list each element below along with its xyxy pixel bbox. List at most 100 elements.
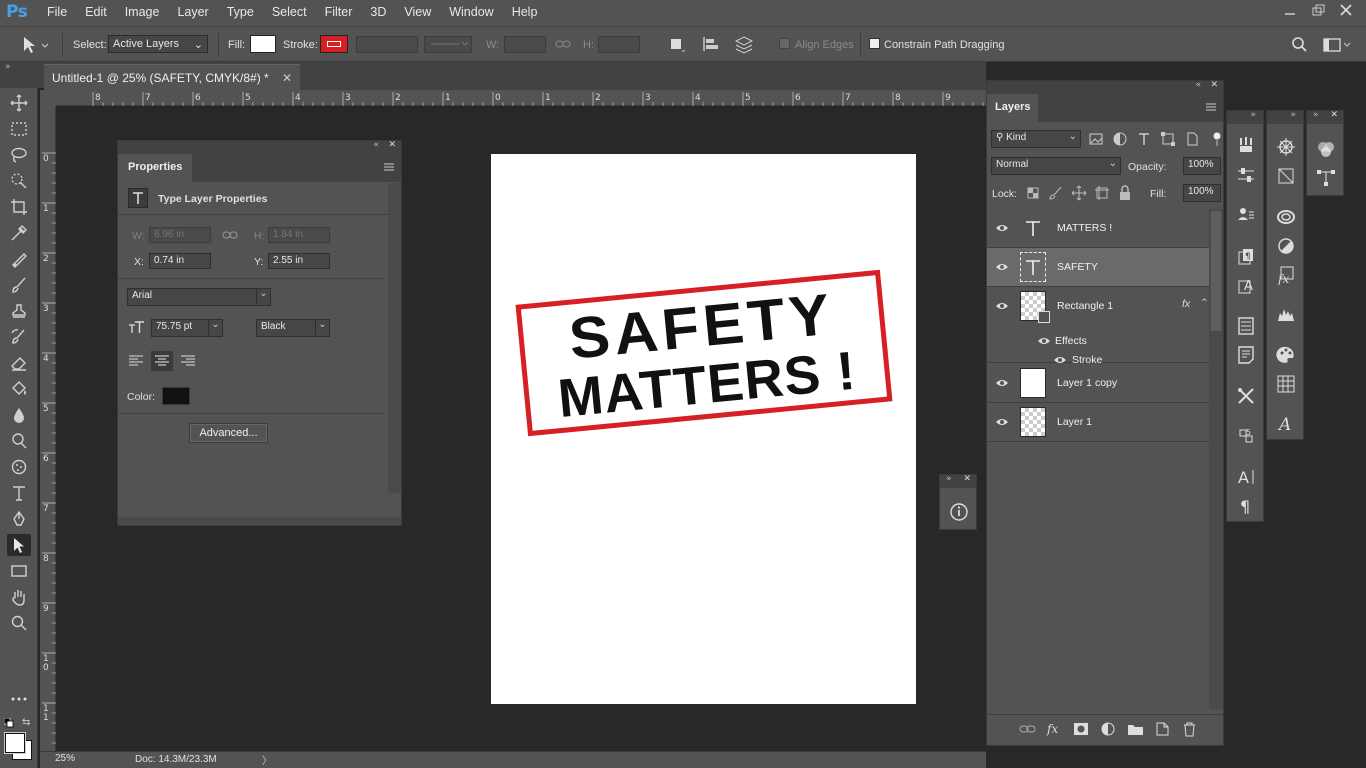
paint-bucket-tool-icon[interactable]: [7, 378, 31, 400]
properties-panel-header[interactable]: « ✕: [118, 140, 401, 154]
type-tool-icon[interactable]: [7, 482, 31, 504]
character-icon[interactable]: A: [1236, 467, 1256, 487]
menu-file[interactable]: File: [38, 5, 76, 19]
filter-shape-icon[interactable]: [1160, 131, 1176, 147]
ruler-origin[interactable]: [40, 90, 56, 106]
restore-icon[interactable]: [1308, 2, 1328, 20]
visibility-eye-icon[interactable]: [995, 416, 1009, 428]
collapse-toolbar-icon[interactable]: »: [5, 62, 11, 72]
blur-tool-icon[interactable]: [7, 404, 31, 426]
properties-resize-handle[interactable]: [118, 517, 401, 525]
styles-fx-icon[interactable]: fx: [1276, 265, 1296, 285]
visibility-eye-icon[interactable]: [995, 222, 1009, 234]
zoom-tool-icon[interactable]: [7, 612, 31, 634]
w-field[interactable]: 6.96 in: [149, 227, 211, 243]
properties-scrollbar[interactable]: [388, 183, 401, 493]
default-colors-icon[interactable]: [4, 718, 14, 728]
close-window-icon[interactable]: [1336, 2, 1356, 20]
align-left-icon[interactable]: [128, 354, 144, 368]
pen-tool-icon[interactable]: [7, 508, 31, 530]
menu-image[interactable]: Image: [116, 5, 169, 19]
link-layers-icon[interactable]: [1019, 721, 1036, 737]
menu-edit[interactable]: Edit: [76, 5, 116, 19]
move-tool-preset-icon[interactable]: [20, 35, 50, 55]
add-mask-icon[interactable]: [1073, 721, 1090, 737]
align-edges-checkbox[interactable]: [779, 38, 790, 49]
lock-transparent-icon[interactable]: [1025, 185, 1041, 201]
fill-swatch[interactable]: [250, 35, 276, 53]
tool-presets-icon[interactable]: [1236, 386, 1256, 406]
select-dropdown[interactable]: Active Layers ⌄: [108, 35, 208, 53]
clone-stamp-tool-icon[interactable]: [7, 300, 31, 322]
paths-icon[interactable]: [1276, 166, 1296, 186]
paragraph-icon[interactable]: ¶: [1236, 496, 1256, 516]
x-field[interactable]: 0.74 in: [149, 253, 211, 269]
zoom-level[interactable]: 25%: [55, 753, 75, 764]
menu-3d[interactable]: 3D: [361, 5, 395, 19]
layer-row-layer1-copy[interactable]: Layer 1 copy: [987, 364, 1209, 403]
dodge-tool-icon[interactable]: [7, 430, 31, 452]
healing-brush-tool-icon[interactable]: [7, 248, 31, 270]
color-swatches-palette-icon[interactable]: [1276, 345, 1296, 365]
move-tool-icon[interactable]: [7, 92, 31, 114]
clone-source-icon[interactable]: [1236, 205, 1256, 225]
path-selection-tool-icon[interactable]: [7, 534, 31, 556]
expand-dock-icon[interactable]: »: [1313, 110, 1319, 120]
filter-type-icon[interactable]: [1136, 131, 1152, 147]
panel-menu-icon[interactable]: [383, 162, 395, 172]
width-field[interactable]: [504, 36, 546, 53]
layers-scrollbar-thumb[interactable]: [1211, 211, 1221, 331]
collapse-panel-icon[interactable]: «: [1195, 80, 1201, 90]
opacity-field[interactable]: 100%: [1183, 157, 1221, 175]
sponge-tool-icon[interactable]: [7, 456, 31, 478]
paragraph-styles-icon[interactable]: A: [1236, 276, 1256, 296]
close-panel-icon[interactable]: ✕: [963, 474, 971, 484]
notes-icon[interactable]: [1236, 345, 1256, 365]
more-tools-icon[interactable]: [7, 688, 31, 710]
adjustments-icon[interactable]: [1276, 236, 1296, 256]
new-layer-icon[interactable]: [1154, 721, 1171, 737]
lock-all-icon[interactable]: [1117, 185, 1133, 201]
menu-window[interactable]: Window: [440, 5, 502, 19]
hand-tool-icon[interactable]: [7, 586, 31, 608]
close-tab-icon[interactable]: ✕: [282, 71, 292, 85]
brush-settings-icon[interactable]: [1236, 165, 1256, 185]
vertical-ruler[interactable]: 01234567891011: [40, 106, 56, 751]
menu-filter[interactable]: Filter: [316, 5, 362, 19]
layer-row-layer1[interactable]: Layer 1: [987, 403, 1209, 442]
swatches-grid-icon[interactable]: [1276, 374, 1296, 394]
visibility-eye-icon[interactable]: [995, 261, 1009, 273]
collapse-effects-icon[interactable]: ⌃: [1200, 297, 1209, 309]
histogram-icon[interactable]: [1276, 304, 1296, 324]
libraries-icon[interactable]: [1236, 316, 1256, 336]
advanced-button[interactable]: Advanced...: [189, 423, 268, 443]
status-menu-arrow-icon[interactable]: 〉: [262, 752, 272, 767]
panel-menu-icon[interactable]: [1205, 102, 1217, 112]
menu-view[interactable]: View: [395, 5, 440, 19]
stroke-swatch[interactable]: [320, 35, 348, 53]
brush-presets-icon[interactable]: [1236, 135, 1256, 155]
close-panel-icon[interactable]: ✕: [388, 140, 396, 150]
path-alignment-icon[interactable]: [700, 35, 722, 55]
search-icon[interactable]: [1290, 36, 1308, 54]
add-layer-style-icon[interactable]: fx: [1046, 721, 1063, 737]
close-panel-icon[interactable]: ✕: [1210, 80, 1218, 90]
glyphs-icon[interactable]: A: [1276, 413, 1296, 433]
brush-tool-icon[interactable]: [7, 274, 31, 296]
workspace-icon[interactable]: [1322, 37, 1352, 53]
navigator-icon[interactable]: [1276, 137, 1296, 157]
info-icon[interactable]: [949, 502, 969, 522]
menu-help[interactable]: Help: [503, 5, 547, 19]
filter-smart-object-icon[interactable]: [1184, 131, 1200, 147]
filter-toggle-icon[interactable]: [1213, 131, 1221, 146]
menu-select[interactable]: Select: [263, 5, 316, 19]
expand-dock-icon[interactable]: »: [1290, 110, 1296, 120]
font-style-dropdown[interactable]: Black ⌄: [256, 319, 330, 337]
layers-panel-header[interactable]: « ✕: [987, 80, 1223, 94]
filter-adjustment-icon[interactable]: [1112, 131, 1128, 147]
align-right-icon[interactable]: [180, 354, 196, 368]
horizontal-ruler[interactable]: 8 7 6 5 4 3 2 1 0 1 2 3 4 5 6 7 8 9: [56, 90, 986, 106]
history-brush-tool-icon[interactable]: [7, 326, 31, 348]
lock-artboard-icon[interactable]: [1094, 185, 1110, 201]
new-adjustment-layer-icon[interactable]: [1100, 721, 1117, 737]
